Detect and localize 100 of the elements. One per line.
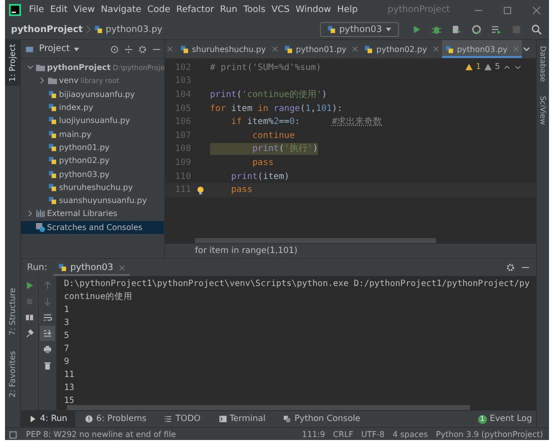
console-line: 15 xyxy=(64,395,76,408)
settings-icon[interactable] xyxy=(506,263,515,272)
soft-wrap-icon[interactable] xyxy=(43,313,52,322)
library-icon xyxy=(36,209,45,218)
caret-icon xyxy=(72,46,80,52)
indent-setting[interactable]: 4 spaces xyxy=(392,430,428,438)
tree-item[interactable]: bijiaoyunsuanfu.py xyxy=(21,88,164,101)
code-line: # print('SUM=%d'%sum) xyxy=(210,62,322,73)
project-view-dropdown[interactable]: Project xyxy=(39,44,80,54)
list-run-icon[interactable] xyxy=(491,24,502,35)
editor-tab[interactable]: python03.py xyxy=(442,40,522,58)
tool-window-tab[interactable]: 1: Project xyxy=(5,40,20,86)
menu-item[interactable]: Navigate xyxy=(100,5,142,15)
tool-window-tab[interactable]: 4: Run xyxy=(21,411,76,427)
search-icon[interactable] xyxy=(531,24,542,35)
breadcrumb-file[interactable]: python03.py xyxy=(106,24,162,34)
bug-icon[interactable] xyxy=(431,24,442,35)
close-icon[interactable] xyxy=(167,46,173,52)
menu-item[interactable]: File xyxy=(29,5,44,15)
console-line: 7 xyxy=(64,343,70,356)
breadcrumb-project[interactable]: pythonProject xyxy=(11,24,83,34)
menu-item[interactable]: Tools xyxy=(243,5,266,15)
editor-tab[interactable]: shuruheshuchu.py xyxy=(177,40,281,58)
run-icon[interactable] xyxy=(411,24,422,35)
tree-item[interactable]: main.py xyxy=(21,127,164,141)
settings-icon[interactable] xyxy=(138,44,147,54)
tree-item[interactable]: suanshuyunsuanfu.py xyxy=(21,194,164,208)
tool-window-tab[interactable]: 2: Favorites xyxy=(5,347,20,402)
window-title: pythonProject xyxy=(388,5,450,15)
menu-item[interactable]: View xyxy=(74,5,95,15)
tree-item[interactable]: python01.py xyxy=(21,140,164,154)
status-message: PEP 8: W292 no newline at end of file xyxy=(26,430,176,438)
tool-window-tab[interactable]: Python Console xyxy=(275,411,368,427)
close-icon[interactable] xyxy=(352,46,358,52)
caret-position[interactable]: 111:9 xyxy=(302,430,326,438)
menu-item[interactable]: VCS xyxy=(271,5,290,15)
editor-tab[interactable]: python01.py xyxy=(280,40,362,58)
tool-window-tab[interactable]: 7: Structure xyxy=(5,284,20,340)
inspection-widget[interactable]: 1 5 xyxy=(464,62,522,71)
layout-icon[interactable] xyxy=(25,313,34,322)
warning-icon xyxy=(484,62,492,70)
status-icon[interactable] xyxy=(9,430,18,438)
close-icon[interactable] xyxy=(272,46,278,52)
console-line: continue的使用 xyxy=(64,291,134,304)
chevron-icon[interactable] xyxy=(27,210,34,218)
close-icon[interactable] xyxy=(432,46,439,52)
interpreter-selector[interactable]: Python 3.9 (pythonProject) xyxy=(436,430,543,438)
line-number: 104 xyxy=(174,90,191,100)
line-number: 108 xyxy=(174,144,191,154)
tool-window-tab[interactable]: Terminal xyxy=(210,411,274,427)
python-file-icon xyxy=(180,44,189,54)
locate-icon[interactable] xyxy=(110,44,119,54)
code-line: print('continue的使用') xyxy=(210,88,328,101)
tree-item[interactable]: python03.py xyxy=(21,167,164,181)
code-line: pass xyxy=(251,158,274,168)
menu-item[interactable]: Edit xyxy=(50,5,68,15)
tool-window-tab[interactable]: TODO xyxy=(156,411,209,427)
collapse-icon[interactable] xyxy=(124,44,133,54)
python-icon xyxy=(327,25,336,34)
code-line: continue xyxy=(251,130,295,141)
tree-item[interactable]: External Libraries xyxy=(21,207,164,221)
maximize-icon[interactable] xyxy=(503,6,512,14)
print-icon[interactable] xyxy=(43,345,52,354)
terminal-icon xyxy=(218,415,227,423)
console-line: D:\pythonProject1\pythonProject\venv\Scripts\python.exe D:/pythonProject1/pythonProject/py xyxy=(64,278,530,291)
console-line: 13 xyxy=(64,382,76,395)
menu-item[interactable]: Window xyxy=(296,5,332,15)
tab-list-icon[interactable] xyxy=(522,44,532,54)
line-number: 102 xyxy=(174,62,191,73)
close-icon[interactable] xyxy=(532,6,541,14)
python-icon xyxy=(58,263,68,272)
panel-icon xyxy=(25,44,34,54)
tool-window-tab[interactable]: 6: Problems xyxy=(77,411,154,427)
run-configuration-dropdown[interactable]: python03 xyxy=(320,22,399,37)
menu-item[interactable]: Help xyxy=(337,5,358,15)
run-tab[interactable]: python03 xyxy=(53,259,130,276)
python-file-icon xyxy=(444,44,454,54)
line-separator[interactable]: CRLF xyxy=(333,430,354,438)
trash-icon[interactable] xyxy=(43,361,52,370)
menu-item[interactable]: Code xyxy=(147,5,170,15)
tree-item[interactable]: luojiyunsuanfu.py xyxy=(21,114,164,128)
tree-item[interactable]: index.py xyxy=(21,100,164,114)
code-line: print(item) xyxy=(230,172,290,182)
menu-item[interactable]: Run xyxy=(220,5,238,15)
run-label: Run: xyxy=(27,262,48,272)
console-icon xyxy=(283,415,292,423)
file-encoding[interactable]: UTF-8 xyxy=(361,430,385,438)
console-line: 9 xyxy=(64,356,70,369)
rerun-icon[interactable] xyxy=(25,281,34,290)
editor-breadcrumb[interactable]: for item in range(1,101) xyxy=(165,243,536,258)
editor-tab[interactable]: python02.py xyxy=(361,40,442,58)
python-file-icon xyxy=(364,44,374,54)
tree-item[interactable]: Scratches and Consoles xyxy=(21,220,164,234)
warning-count: 5 xyxy=(494,62,500,71)
menu-item[interactable]: Refactor xyxy=(176,5,214,15)
close-icon[interactable] xyxy=(119,264,126,270)
tree-item[interactable]: python02.py xyxy=(21,154,164,168)
tree-item[interactable]: shuruheshuchu.py xyxy=(21,180,164,194)
scroll-to-end-icon[interactable] xyxy=(43,329,52,338)
lightbulb-icon[interactable] xyxy=(197,186,204,195)
